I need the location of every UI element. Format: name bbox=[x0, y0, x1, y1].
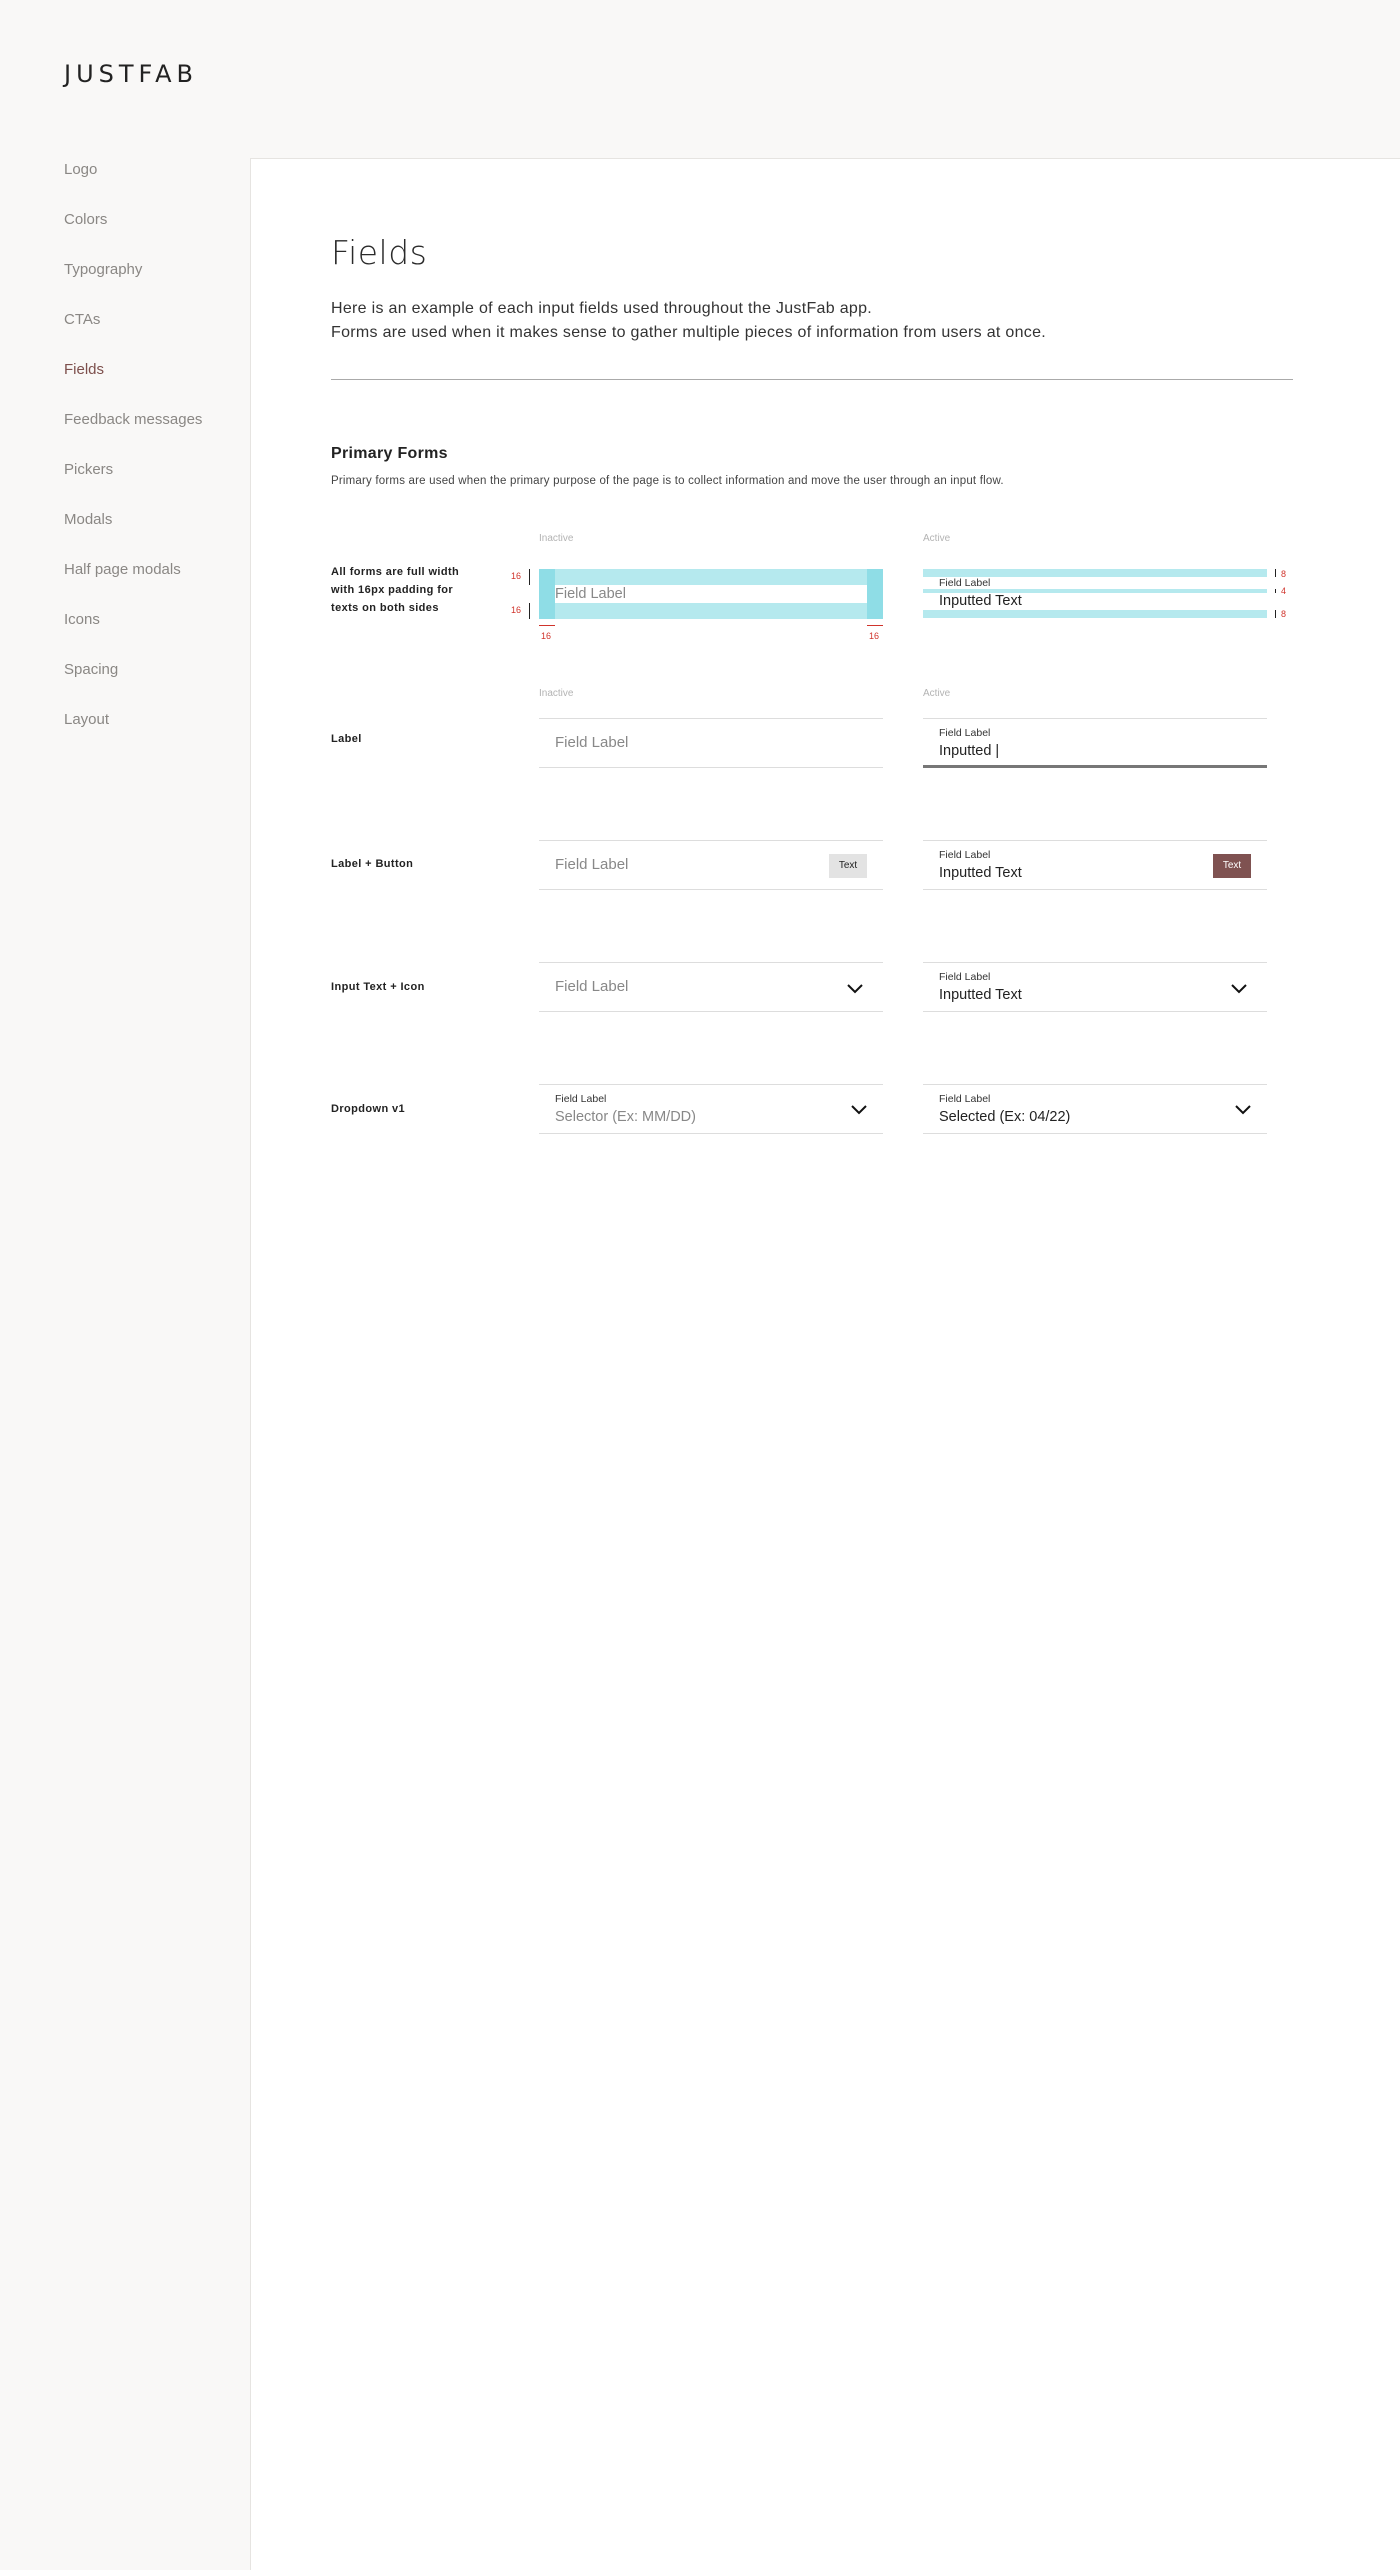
section-divider bbox=[331, 379, 1293, 380]
spec-pad-top-value: 16 bbox=[511, 571, 522, 581]
field-value: Inputted Text bbox=[939, 987, 1022, 1003]
field-placeholder: Field Label bbox=[555, 734, 629, 751]
field-label: Field Label bbox=[939, 849, 991, 861]
sidebar-item-fields[interactable]: Fields bbox=[64, 360, 244, 410]
spec-pad-right-line bbox=[867, 625, 883, 626]
label-button-field-active[interactable]: Field Label Inputted Text Text bbox=[923, 840, 1267, 890]
chevron-down-icon[interactable] bbox=[845, 978, 865, 998]
sidebar-item-colors[interactable]: Colors bbox=[64, 210, 244, 260]
column-heading-active-2: Active bbox=[923, 688, 951, 699]
spec-diagram-inactive: Field Label 16 16 16 16 bbox=[511, 569, 883, 641]
dropdown-field-inactive[interactable]: Field Label Selector (Ex: MM/DD) bbox=[539, 1084, 883, 1134]
spec-row-label: All forms are full width with 16px paddi… bbox=[331, 563, 481, 617]
section-description: Primary forms are used when the primary … bbox=[331, 475, 1004, 487]
sidebar-item-layout[interactable]: Layout bbox=[64, 710, 244, 760]
input-icon-field-active[interactable]: Field Label Inputted Text bbox=[923, 962, 1267, 1012]
sidebar-item-spacing[interactable]: Spacing bbox=[64, 660, 244, 710]
spec-pad-top-line bbox=[529, 569, 530, 585]
padding-left-overlay bbox=[539, 569, 555, 619]
padding-top-overlay bbox=[539, 569, 883, 585]
field-placeholder: Selector (Ex: MM/DD) bbox=[555, 1109, 696, 1125]
active-pad-middle-line bbox=[1275, 589, 1276, 593]
spec-diagram-active: Field Label Inputted Text 8 4 8 bbox=[923, 569, 1286, 619]
field-value: Inputted | bbox=[939, 743, 1000, 759]
padding-bottom-overlay bbox=[539, 603, 883, 619]
dropdown-field-active[interactable]: Field Label Selected (Ex: 04/22) bbox=[923, 1084, 1267, 1134]
page-intro: Here is an example of each input fields … bbox=[331, 297, 1046, 345]
active-pad-bottom-line bbox=[1275, 610, 1276, 618]
row-label-label-button: Label + Button bbox=[331, 858, 414, 870]
chevron-down-icon[interactable] bbox=[1229, 978, 1249, 998]
active-padding-bottom bbox=[923, 610, 1267, 618]
spec-pad-left-value: 16 bbox=[541, 631, 552, 641]
chevron-down-icon[interactable] bbox=[1233, 1099, 1253, 1119]
sidebar-item-logo[interactable]: Logo bbox=[64, 160, 244, 210]
spec-pad-bottom-value: 16 bbox=[511, 605, 522, 615]
field-value: Selected (Ex: 04/22) bbox=[939, 1109, 1071, 1125]
column-heading-inactive: Inactive bbox=[539, 533, 574, 544]
field-label: Field Label bbox=[555, 1093, 607, 1105]
field-label: Field Label bbox=[939, 971, 991, 983]
sidebar-nav: Logo Colors Typography CTAs Fields Feedb… bbox=[64, 160, 244, 760]
row-label-label: Label bbox=[331, 733, 362, 745]
chevron-down-icon[interactable] bbox=[849, 1099, 869, 1119]
field-placeholder: Field Label bbox=[555, 856, 629, 873]
spec-pad-left-line bbox=[539, 625, 555, 626]
label-field-active[interactable]: Field Label Inputted | bbox=[923, 718, 1267, 768]
sidebar-item-modals[interactable]: Modals bbox=[64, 510, 244, 560]
active-pad-bottom-value: 8 bbox=[1281, 609, 1287, 619]
label-button-field-inactive[interactable]: Field Label Text bbox=[539, 840, 883, 890]
spec-pad-right-value: 16 bbox=[869, 631, 880, 641]
field-label: Field Label bbox=[939, 727, 991, 739]
active-pad-top-value: 8 bbox=[1281, 569, 1287, 579]
field-placeholder: Field Label bbox=[555, 978, 629, 995]
sidebar-item-feedback-messages[interactable]: Feedback messages bbox=[64, 410, 244, 460]
active-padding-top bbox=[923, 569, 1267, 577]
sidebar-item-typography[interactable]: Typography bbox=[64, 260, 244, 310]
column-heading-active: Active bbox=[923, 533, 951, 544]
field-value: Inputted Text bbox=[939, 865, 1022, 881]
spec-pad-bottom-line bbox=[529, 603, 530, 619]
spec-label-line-2: with 16px padding for bbox=[331, 584, 454, 596]
main-content: Fields Here is an example of each input … bbox=[250, 158, 1400, 2570]
label-field-inactive[interactable]: Field Label bbox=[539, 718, 883, 768]
section-title: Primary Forms bbox=[331, 445, 448, 462]
sidebar-item-pickers[interactable]: Pickers bbox=[64, 460, 244, 510]
spec-active-value: Inputted Text bbox=[939, 593, 1022, 609]
sidebar-item-half-page-modals[interactable]: Half page modals bbox=[64, 560, 244, 610]
active-pad-middle-value: 4 bbox=[1281, 586, 1287, 596]
sidebar-item-icons[interactable]: Icons bbox=[64, 610, 244, 660]
page-title: Fields bbox=[331, 233, 428, 272]
intro-line-2: Forms are used when it makes sense to ga… bbox=[331, 324, 1047, 341]
field-text-button[interactable]: Text bbox=[1213, 854, 1251, 878]
intro-line-1: Here is an example of each input fields … bbox=[331, 300, 873, 317]
field-text-button[interactable]: Text bbox=[829, 854, 867, 878]
row-label-input-icon: Input Text + Icon bbox=[331, 981, 425, 993]
column-heading-inactive-2: Inactive bbox=[539, 688, 574, 699]
spec-active-label: Field Label bbox=[939, 577, 991, 589]
input-icon-field-inactive[interactable]: Field Label bbox=[539, 962, 883, 1012]
brand-logo[interactable]: JUSTFAB bbox=[64, 60, 198, 88]
field-label: Field Label bbox=[939, 1093, 991, 1105]
padding-right-overlay bbox=[867, 569, 883, 619]
spec-placeholder: Field Label bbox=[555, 586, 626, 602]
spec-label-line-1: All forms are full width bbox=[331, 566, 460, 578]
row-label-dropdown: Dropdown v1 bbox=[331, 1103, 406, 1115]
active-pad-top-line bbox=[1275, 569, 1276, 577]
sidebar-item-ctas[interactable]: CTAs bbox=[64, 310, 244, 360]
spec-label-line-3: texts on both sides bbox=[331, 602, 439, 614]
